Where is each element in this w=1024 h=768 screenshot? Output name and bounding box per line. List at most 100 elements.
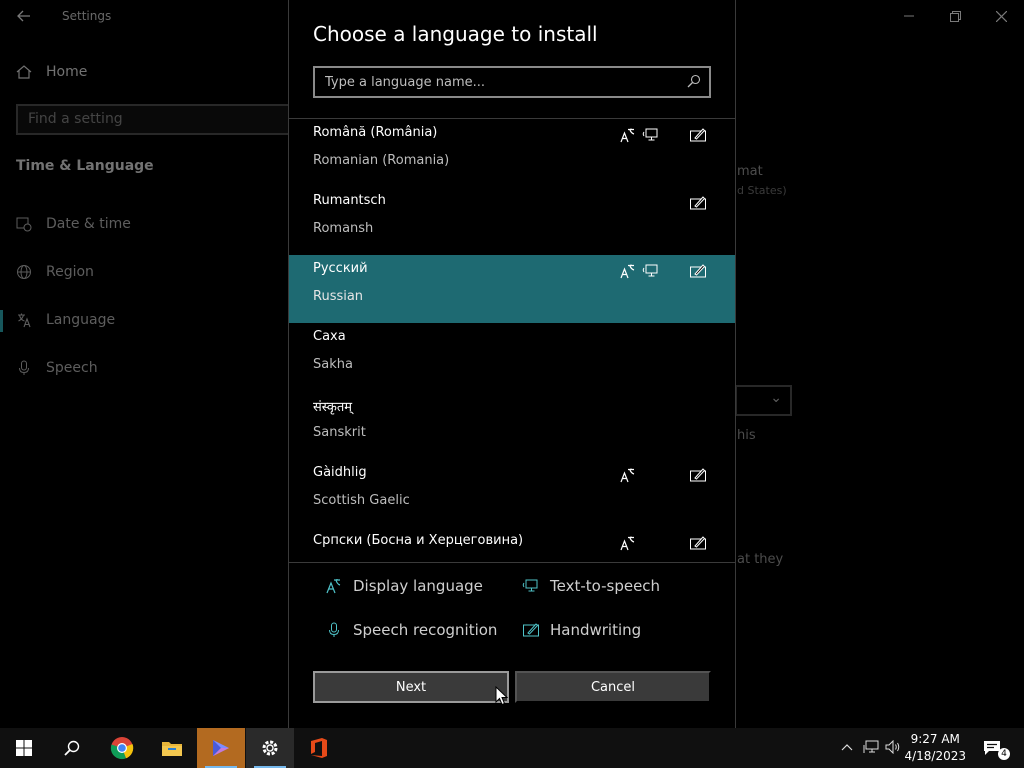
handwriting-icon [689,467,707,483]
section-title: Time & Language [16,158,154,174]
language-list-item[interactable]: संस्कृतम् Sanskrit [289,391,735,459]
nav-item-speech[interactable]: Speech [16,360,98,376]
nav-item-label: Date & time [46,216,131,232]
nav-item-language[interactable]: Language [16,312,115,328]
nav-item-region[interactable]: Region [16,264,94,280]
language-list-item[interactable]: Саха Sakha [289,323,735,391]
language-native-name: संस्कृतम् [313,400,353,415]
display-language-icon [326,579,341,594]
language-list-item[interactable]: Gàidhlig Scottish Gaelic [289,459,735,527]
chrome-taskbar-button[interactable] [98,728,146,768]
handwriting-icon [689,195,707,211]
handwriting-icon [689,263,707,279]
network-button[interactable] [862,738,880,756]
language-native-name: Gàidhlig [313,465,367,480]
minimize-icon [904,15,914,17]
legend-label: Handwriting [550,621,642,639]
folder-icon [162,742,182,756]
legend-label: Display language [353,577,483,595]
chrome-icon [110,737,134,760]
language-english-name: Romansh [313,221,374,236]
legend-label: Text-to-speech [550,577,661,595]
photo-app-taskbar-button[interactable] [197,728,245,768]
next-button[interactable]: Next [313,671,509,703]
photo-app-icon [213,740,229,756]
language-icon [18,313,31,328]
taskbar-search-button[interactable] [48,728,96,768]
language-search-box [313,66,711,98]
language-english-name: Russian [313,289,364,304]
handwriting-icon [689,127,707,143]
language-native-name: Русский [313,261,368,276]
nav-item-date-time[interactable]: Date & time [16,216,131,232]
language-native-name: Rumantsch [313,193,386,208]
taskbar: 9:27 AM 4/18/2023 4 [0,728,1024,768]
close-icon [995,10,1007,22]
language-list-item[interactable]: Русский Russian [289,255,735,323]
microphone-icon [329,622,339,637]
notification-count-badge: 4 [998,748,1010,760]
language-native-name: Саха [313,329,346,344]
network-icon [863,740,879,753]
display-language-icon [619,263,637,279]
nav-item-label: Region [46,264,94,280]
language-english-name: Sakha [313,357,353,372]
microphone-icon [19,360,29,375]
partial-dropdown[interactable]: ⌄ [735,385,792,416]
volume-icon [885,740,900,754]
office-taskbar-button[interactable] [295,728,343,768]
home-icon [16,65,32,79]
nav-home[interactable]: Home [16,64,87,80]
language-english-name: Romanian (Romania) [313,153,450,168]
minimize-button[interactable] [886,0,932,32]
clock[interactable]: 9:27 AM 4/18/2023 [904,731,966,765]
language-list-item[interactable]: Српски (Босна и Херцеговина) [289,527,735,562]
chevron-down-icon: ⌄ [770,390,782,406]
volume-button[interactable] [884,738,902,756]
file-explorer-taskbar-button[interactable] [148,728,196,768]
start-button[interactable] [0,728,48,768]
cancel-button[interactable]: Cancel [515,671,711,703]
language-english-name: Sanskrit [313,425,366,440]
handwriting-icon [689,535,707,551]
dialog-title: Choose a language to install [313,22,598,46]
display-language-icon [619,127,637,143]
close-button[interactable] [978,0,1024,32]
partial-text: at they [737,552,784,567]
nav-item-label: Speech [46,360,98,376]
nav-active-indicator [0,310,3,332]
search-icon[interactable] [687,74,701,88]
language-list-item[interactable]: Rumantsch Romansh [289,187,735,255]
back-arrow-icon [17,10,30,22]
display-language-icon [619,535,637,551]
partial-text: mat [737,164,763,179]
app-title: Settings [62,9,112,23]
legend-display-language: Display language [325,577,483,595]
find-setting-input[interactable]: Find a setting [16,104,296,135]
legend-text-to-speech: Text-to-speech [522,577,660,595]
partial-text: his [737,428,756,443]
legend-label: Speech recognition [353,621,498,639]
partial-text: d States) [737,184,787,197]
handwriting-icon [523,623,539,637]
settings-taskbar-button[interactable] [246,728,294,768]
clock-time: 9:27 AM [910,732,960,746]
legend-speech-recognition: Speech recognition [325,621,497,639]
gear-icon [262,740,278,756]
mouse-cursor-icon [495,686,509,706]
screen: Settings Home Find a setting Time & Lang… [0,0,1024,768]
language-list-item[interactable]: Română (România) Romanian (Romania) [289,119,735,187]
restore-button[interactable] [932,0,978,32]
home-label: Home [46,64,88,80]
restore-icon [949,10,961,22]
find-setting-placeholder: Find a setting [28,111,123,127]
display-language-icon [619,467,637,483]
language-list[interactable]: Română (România) Romanian (Romania) Rumant… [289,119,735,562]
show-hidden-icons-button[interactable] [838,738,856,756]
text-to-speech-icon [522,579,538,592]
calendar-clock-icon [16,217,32,232]
language-search-input[interactable] [315,68,675,96]
nav-item-label: Language [46,312,116,328]
back-button[interactable] [8,4,40,28]
language-native-name: Српски (Босна и Херцеговина) [313,533,524,548]
